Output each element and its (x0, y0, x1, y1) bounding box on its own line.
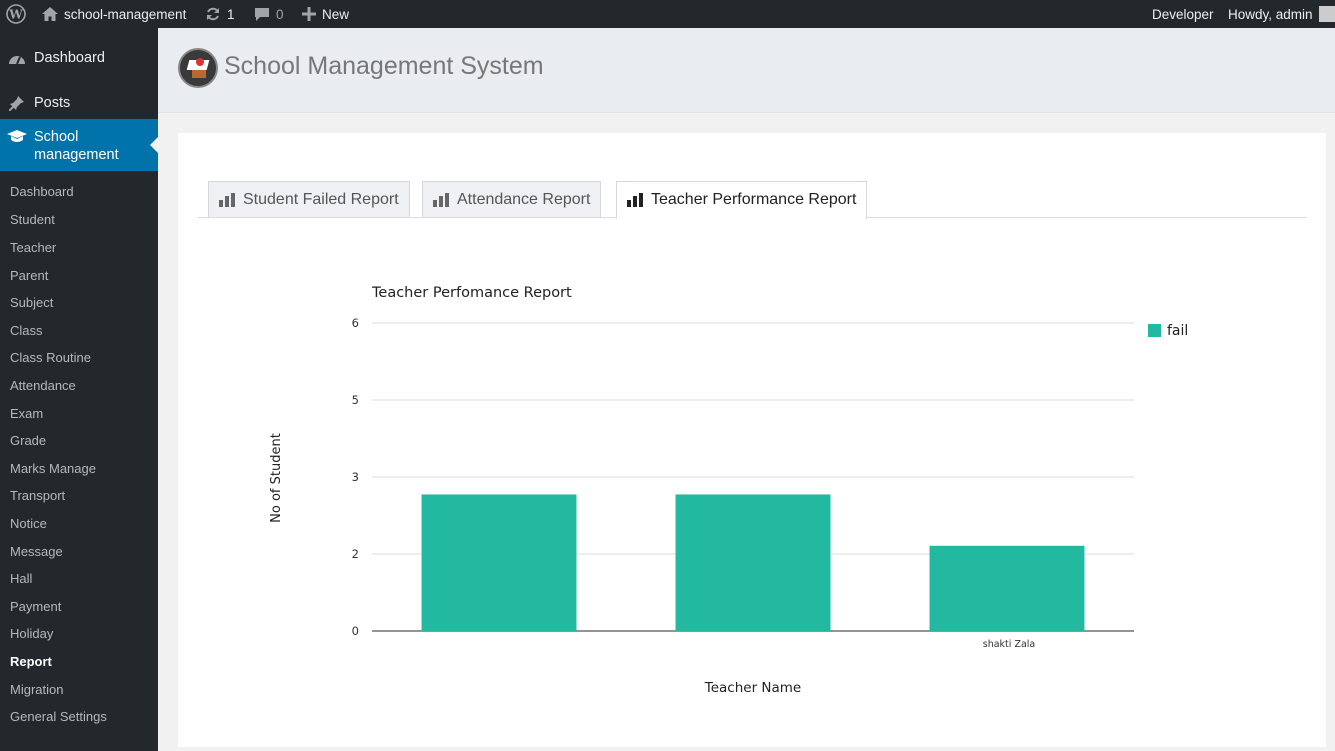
chart-category-labels: shakti Zala (983, 639, 1035, 650)
legend-swatch (1148, 324, 1161, 337)
bar[interactable] (675, 494, 831, 631)
y-tick-label: 2 (352, 547, 359, 561)
y-tick-label: 0 (352, 624, 359, 638)
bar[interactable] (929, 545, 1085, 631)
y-tick-label: 3 (352, 470, 359, 484)
y-axis-label: No of Student (269, 433, 284, 523)
chart-title: Teacher Perfomance Report (371, 285, 572, 301)
x-axis-label: Teacher Name (704, 680, 801, 696)
teacher-performance-chart: Teacher Perfomance Report 0 2 3 5 6 shakti Z… (269, 285, 1188, 696)
y-tick-label: 6 (352, 316, 359, 330)
legend-label: fail (1167, 323, 1188, 339)
bar[interactable] (421, 494, 577, 631)
y-tick-label: 5 (352, 393, 359, 407)
x-tick-label: shakti Zala (983, 639, 1035, 650)
chart-bars (421, 494, 1085, 631)
